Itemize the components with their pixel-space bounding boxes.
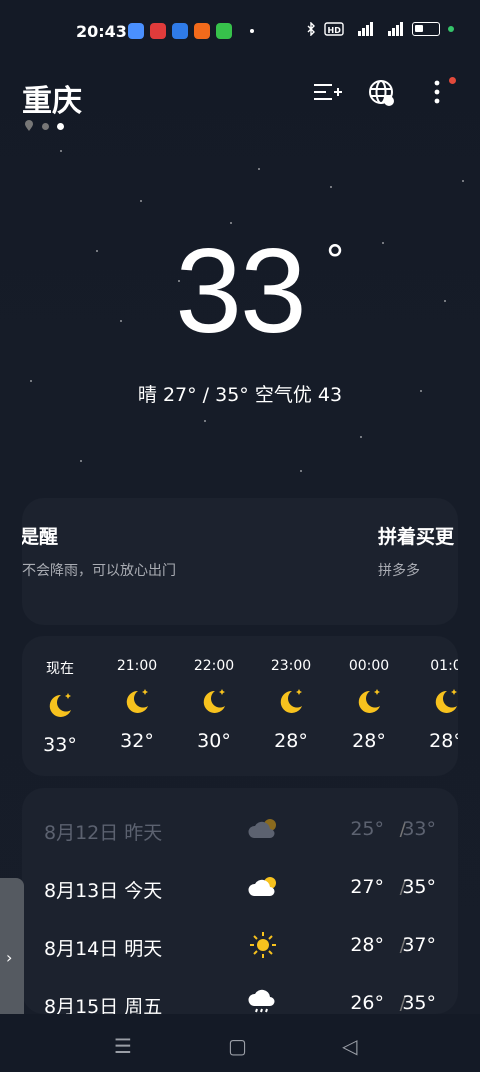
moon-icon [435, 689, 457, 713]
moon-icon [280, 689, 302, 713]
notification-badge [449, 77, 456, 84]
app-notification-icon [216, 23, 232, 39]
rain-icon [248, 989, 275, 1013]
tip-text: 不会降雨，可以放心出门 [22, 563, 176, 579]
more-notifications-dot [250, 29, 254, 33]
weather-summary: 晴 27° / 35° 空气优 43 [137, 384, 343, 406]
hourly-item: 23:00 28° [261, 658, 321, 752]
low-temp: 28° [350, 934, 384, 956]
low-temp: 25° [350, 818, 384, 840]
low-temp: 27° [350, 876, 384, 898]
city-name: 重庆 [22, 84, 82, 119]
moon-icon [49, 693, 71, 717]
hourly-item: 01:0 28° [416, 658, 458, 752]
back-nav-button[interactable]: ◁ [342, 1034, 357, 1058]
hour-label: 22:00 [193, 658, 235, 674]
daily-row[interactable]: 8月15日 周五 26° / 35° [22, 978, 458, 1014]
menu-nav-button[interactable]: ☰ [114, 1034, 132, 1058]
day-label: 8月13日 今天 [44, 880, 163, 902]
notification-app-icons [128, 23, 232, 39]
moon-icon [126, 689, 148, 713]
pager-dot-active [57, 122, 64, 130]
location-icon [25, 120, 33, 131]
current-temperature: 33 [175, 224, 306, 358]
daily-forecast-card[interactable]: 8月12日 昨天 25° / 33° 8月13日 今天 27° / 35° 8月… [22, 788, 458, 1014]
degree-symbol: ° [325, 238, 345, 284]
hourly-forecast-card[interactable]: 现在 33° 21:00 32° 22:00 30° 23:00 28° 00:… [22, 636, 458, 776]
app-notification-icon [150, 23, 166, 39]
hour-temp: 32° [120, 730, 154, 752]
app-notification-icon [194, 23, 210, 39]
hourly-item: 00:00 28° [339, 658, 399, 752]
pager-dot [42, 122, 49, 130]
high-temp: 35° [402, 876, 436, 898]
hour-label: 21:00 [116, 658, 158, 674]
status-bar: 20:43 HD [0, 0, 480, 62]
more-icon[interactable] [422, 78, 452, 108]
chevron-right-icon: › [6, 948, 13, 967]
add-city-icon[interactable] [312, 78, 342, 108]
partly-cloudy-icon [248, 877, 276, 896]
home-nav-button[interactable]: ▢ [228, 1034, 247, 1058]
hour-temp: 28° [352, 730, 386, 752]
daily-row[interactable]: 8月13日 今天 27° / 35° [22, 862, 458, 914]
hour-temp: 28° [429, 730, 458, 752]
svg-text:HD: HD [328, 26, 342, 35]
hourly-item: 21:00 32° [107, 658, 167, 752]
hd-icon: HD [324, 22, 344, 36]
daily-row[interactable]: 8月14日 明天 28° / 37° [22, 920, 458, 972]
bluetooth-icon [307, 22, 315, 36]
day-label: 8月15日 周五 [44, 996, 163, 1014]
sun-icon [250, 932, 276, 958]
moon-icon [358, 689, 380, 713]
daily-row[interactable]: 8月12日 昨天 25° / 33° [22, 804, 458, 856]
tip-title: 是醒 [22, 526, 59, 548]
status-time: 20:43 [76, 22, 127, 41]
side-panel-tab[interactable]: › [0, 878, 24, 1036]
high-temp: 33° [402, 818, 436, 840]
hourly-item: 22:00 30° [184, 658, 244, 752]
battery-icon [412, 22, 440, 36]
hour-label: 23:00 [270, 658, 312, 674]
navigation-bar: ☰ ▢ ◁ [0, 1014, 480, 1072]
ad-title: 拼着买更 [378, 526, 455, 548]
hour-label: 00:00 [348, 658, 390, 674]
hour-temp: 28° [274, 730, 308, 752]
high-temp: 35° [402, 992, 436, 1014]
tips-card[interactable]: 是醒 不会降雨，可以放心出门 拼着买更 拼多多 [22, 498, 458, 625]
low-temp: 26° [350, 992, 384, 1014]
charging-dot [448, 26, 454, 32]
moon-icon [203, 689, 225, 713]
5g-signal-icon [358, 22, 373, 36]
app-notification-icon [172, 23, 188, 39]
hour-temp: 33° [43, 734, 77, 756]
hour-label: 现在 [46, 661, 74, 677]
ad-text: 拼多多 [378, 563, 420, 579]
4g-signal-icon [388, 22, 403, 36]
high-temp: 37° [402, 934, 436, 956]
language-icon[interactable] [367, 78, 397, 108]
hourly-item: 现在 33° [30, 658, 90, 756]
app-notification-icon [128, 23, 144, 39]
hour-label: 01:0 [430, 658, 458, 674]
city-pager [24, 120, 64, 132]
system-icons: HD [306, 22, 454, 36]
partly-cloudy-icon [248, 819, 276, 838]
day-label: 8月14日 明天 [44, 938, 163, 960]
day-label: 8月12日 昨天 [44, 822, 163, 844]
hour-temp: 30° [197, 730, 231, 752]
